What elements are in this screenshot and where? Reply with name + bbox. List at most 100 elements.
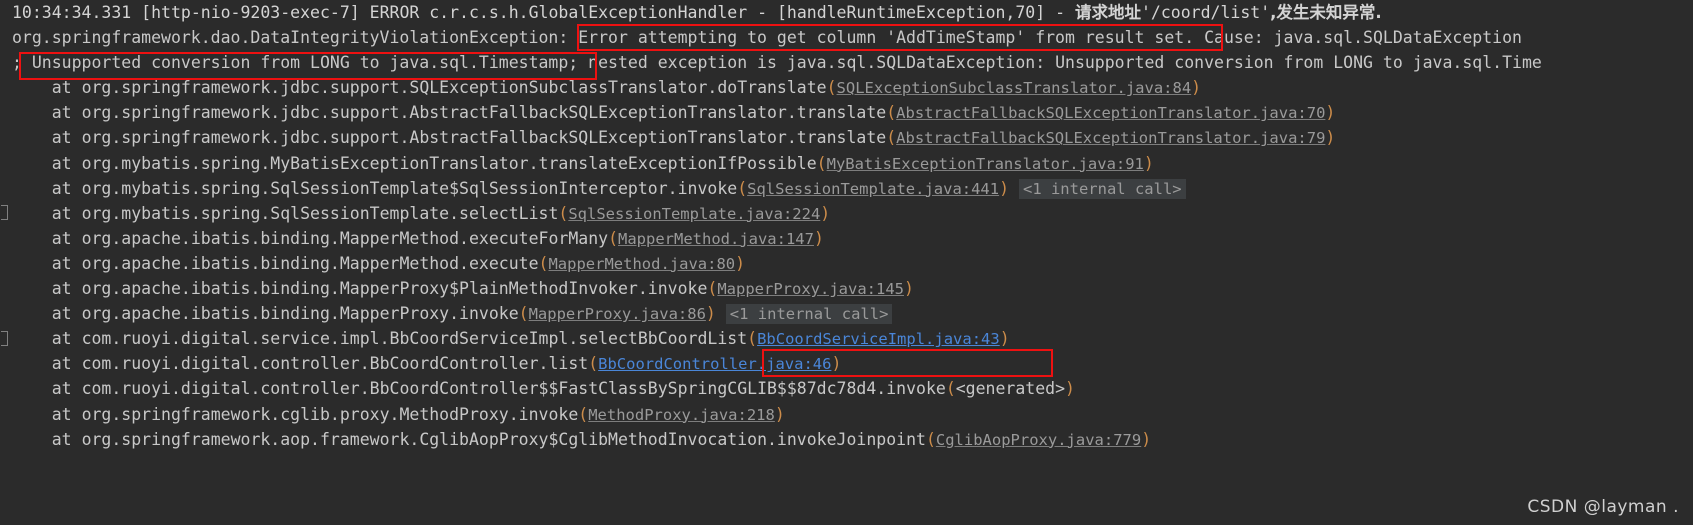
console-lines: 10:34:34.331 [http-nio-9203-exec-7] ERRO… [0,0,1693,525]
stack-frame-close-paren: ) [774,404,785,424]
stack-frame: at com.ruoyi.digital.controller.BbCoordC… [0,376,1693,401]
stack-frame-close-paren: ) [813,228,824,248]
watermark: CSDN @layman . [1527,497,1679,517]
stack-frame-at-keyword: at [51,178,82,198]
stack-frame: at org.springframework.aop.framework.Cgl… [0,427,1693,452]
stack-frame-open-paren: ( [538,253,549,273]
stack-frame-close-paren: ) [705,304,716,324]
stack-frame: at org.apache.ibatis.binding.MapperProxy… [0,301,1693,326]
stack-frame-at-keyword: at [51,429,82,449]
stack-frame-open-paren: ( [588,354,599,374]
stack-frame-indent [12,254,52,273]
stack-frame: at org.mybatis.spring.SqlSessionTemplate… [0,201,1693,226]
stack-frame-source-link[interactable]: MethodProxy.java:218 [588,406,775,424]
exception-column-message: Error attempting to get column 'AddTimeS… [578,28,1195,48]
stack-frame-at-keyword: at [51,78,82,98]
stack-frame-open-paren: ( [707,279,718,299]
log-level: ERROR [369,3,420,22]
log-request-path: '/coord/list' [1140,3,1271,22]
stack-frame-at-keyword: at [51,404,82,424]
collapsed-frames-chip[interactable]: <1 internal call> [1018,178,1186,199]
exception-nested-message: nested exception is java.sql.SQLDataExce… [578,53,1542,73]
stack-frame-at-keyword: at [51,103,82,123]
stack-frame: at org.mybatis.spring.MyBatisExceptionTr… [0,151,1693,176]
stack-frame-chip-spacer [716,304,726,323]
stack-frame-close-paren: ) [999,329,1010,349]
stack-frame-indent [12,379,52,398]
stack-frame-method: com.ruoyi.digital.controller.BbCoordCont… [81,354,589,374]
stack-frame-indent [12,329,52,348]
stack-frame-source-link[interactable]: MapperMethod.java:147 [618,230,814,248]
stack-frame-indent [12,179,52,198]
stack-frame-method: org.springframework.jdbc.support.Abstrac… [81,128,887,148]
stack-frame-source-link[interactable]: SqlSessionTemplate.java:224 [568,205,820,223]
stack-frame-method: com.ruoyi.digital.service.impl.BbCoordSe… [81,329,748,349]
stack-frame-open-paren: ( [608,228,618,248]
stack-frame-source-link[interactable]: MapperProxy.java:145 [717,280,904,298]
stack-frame-source-link-project[interactable]: BbCoordServiceImpl.java:43 [757,330,1000,348]
stack-frame-indent [12,128,52,147]
stack-frame: at org.springframework.jdbc.support.Abst… [0,100,1693,125]
stack-frame-open-paren: ( [558,203,569,223]
stack-frame-method: org.springframework.cglib.proxy.MethodPr… [81,404,579,424]
stack-frame-method: org.apache.ibatis.binding.MapperProxy$Pl… [81,279,708,299]
stack-frame-source-link[interactable]: CglibAopProxy.java:779 [936,431,1141,449]
stack-frame-source-link[interactable]: MapperMethod.java:80 [548,255,735,273]
stack-frame: at org.springframework.jdbc.support.Abst… [0,125,1693,150]
stack-frame-open-paren: ( [518,304,529,324]
stack-frame-at-keyword: at [51,379,82,399]
stack-frame-at-keyword: at [51,304,82,324]
stack-frame-source-link[interactable]: MyBatisExceptionTranslator.java:91 [827,155,1144,173]
stack-frame-at-keyword: at [51,329,82,349]
stack-frame-source-link[interactable]: AbstractFallbackSQLExceptionTranslator.j… [896,104,1325,122]
stack-frame-close-paren: ) [999,178,1010,198]
stack-frame-close-paren: ) [903,279,914,299]
stack-frame-indent [12,430,52,449]
stack-frame-open-paren: ( [886,128,897,148]
stack-frame-open-paren: ( [816,153,827,173]
stack-frame-generated-marker: <generated> [955,379,1066,399]
stack-frame-close-paren: ) [820,203,831,223]
stack-frame-indent [12,354,52,373]
stack-frame-indent [12,78,52,97]
stack-frame: at org.apache.ibatis.binding.MapperMetho… [0,251,1693,276]
stack-frame-close-paren: ) [735,253,746,273]
stack-frame-method: org.mybatis.spring.MyBatisExceptionTrans… [81,153,817,173]
stack-frame-close-paren: ) [1325,128,1336,148]
stack-frame: at org.springframework.cglib.proxy.Metho… [0,402,1693,427]
stack-frame-at-keyword: at [51,153,82,173]
stack-frame-indent [12,229,52,248]
stack-frame-source-link[interactable]: SqlSessionTemplate.java:441 [747,180,999,198]
stack-frame-source-link[interactable]: MapperProxy.java:86 [529,305,706,323]
stack-frame-open-paren: ( [945,379,956,399]
log-logger: c.r.c.s.h.GlobalExceptionHandler [429,3,748,22]
stack-frame-open-paren: ( [747,329,758,349]
stack-frame-list: at org.springframework.jdbc.support.SQLE… [0,75,1693,451]
stack-frame-method: com.ruoyi.digital.controller.BbCoordCont… [81,379,946,399]
stack-frame-open-paren: ( [578,404,589,424]
stack-frame-open-paren: ( [737,178,748,198]
stack-frame-source-link-project[interactable]: BbCoordController.java:46 [598,355,831,373]
stack-frame-at-keyword: at [51,279,82,299]
stack-frame-source-link[interactable]: SQLExceptionSubclassTranslator.java:84 [837,79,1192,97]
console-log-panel[interactable]: 10:34:34.331 [http-nio-9203-exec-7] ERRO… [0,0,1693,525]
stack-frame-at-keyword: at [51,253,82,273]
stack-frame: at com.ruoyi.digital.controller.BbCoordC… [0,351,1693,376]
log-message-cjk: 请求地址 [1074,3,1141,22]
stack-frame-close-paren: ) [1325,103,1336,123]
stack-frame-method: org.springframework.jdbc.support.SQLExce… [81,78,827,98]
stack-frame-open-paren: ( [925,429,936,449]
log-thread: [http-nio-9203-exec-7] [141,3,360,22]
stack-frame-indent [12,154,52,173]
collapsed-frames-chip[interactable]: <1 internal call> [725,304,893,325]
log-location: [handleRuntimeException,70] [776,3,1046,22]
stack-frame-open-paren: ( [886,103,897,123]
stack-frame-method: org.apache.ibatis.binding.MapperMethod.e… [81,228,609,248]
stack-frame-source-link[interactable]: AbstractFallbackSQLExceptionTranslator.j… [896,129,1325,147]
exception-semicolon: ; [12,53,22,73]
stack-frame-open-paren: ( [826,78,837,98]
exception-cause-head: Cause: java.sql.SQLDataException [1194,28,1522,48]
stack-frame-method: org.springframework.aop.framework.CglibA… [81,429,926,449]
stack-frame-at-keyword: at [51,128,82,148]
stack-frame: at org.apache.ibatis.binding.MapperProxy… [0,276,1693,301]
